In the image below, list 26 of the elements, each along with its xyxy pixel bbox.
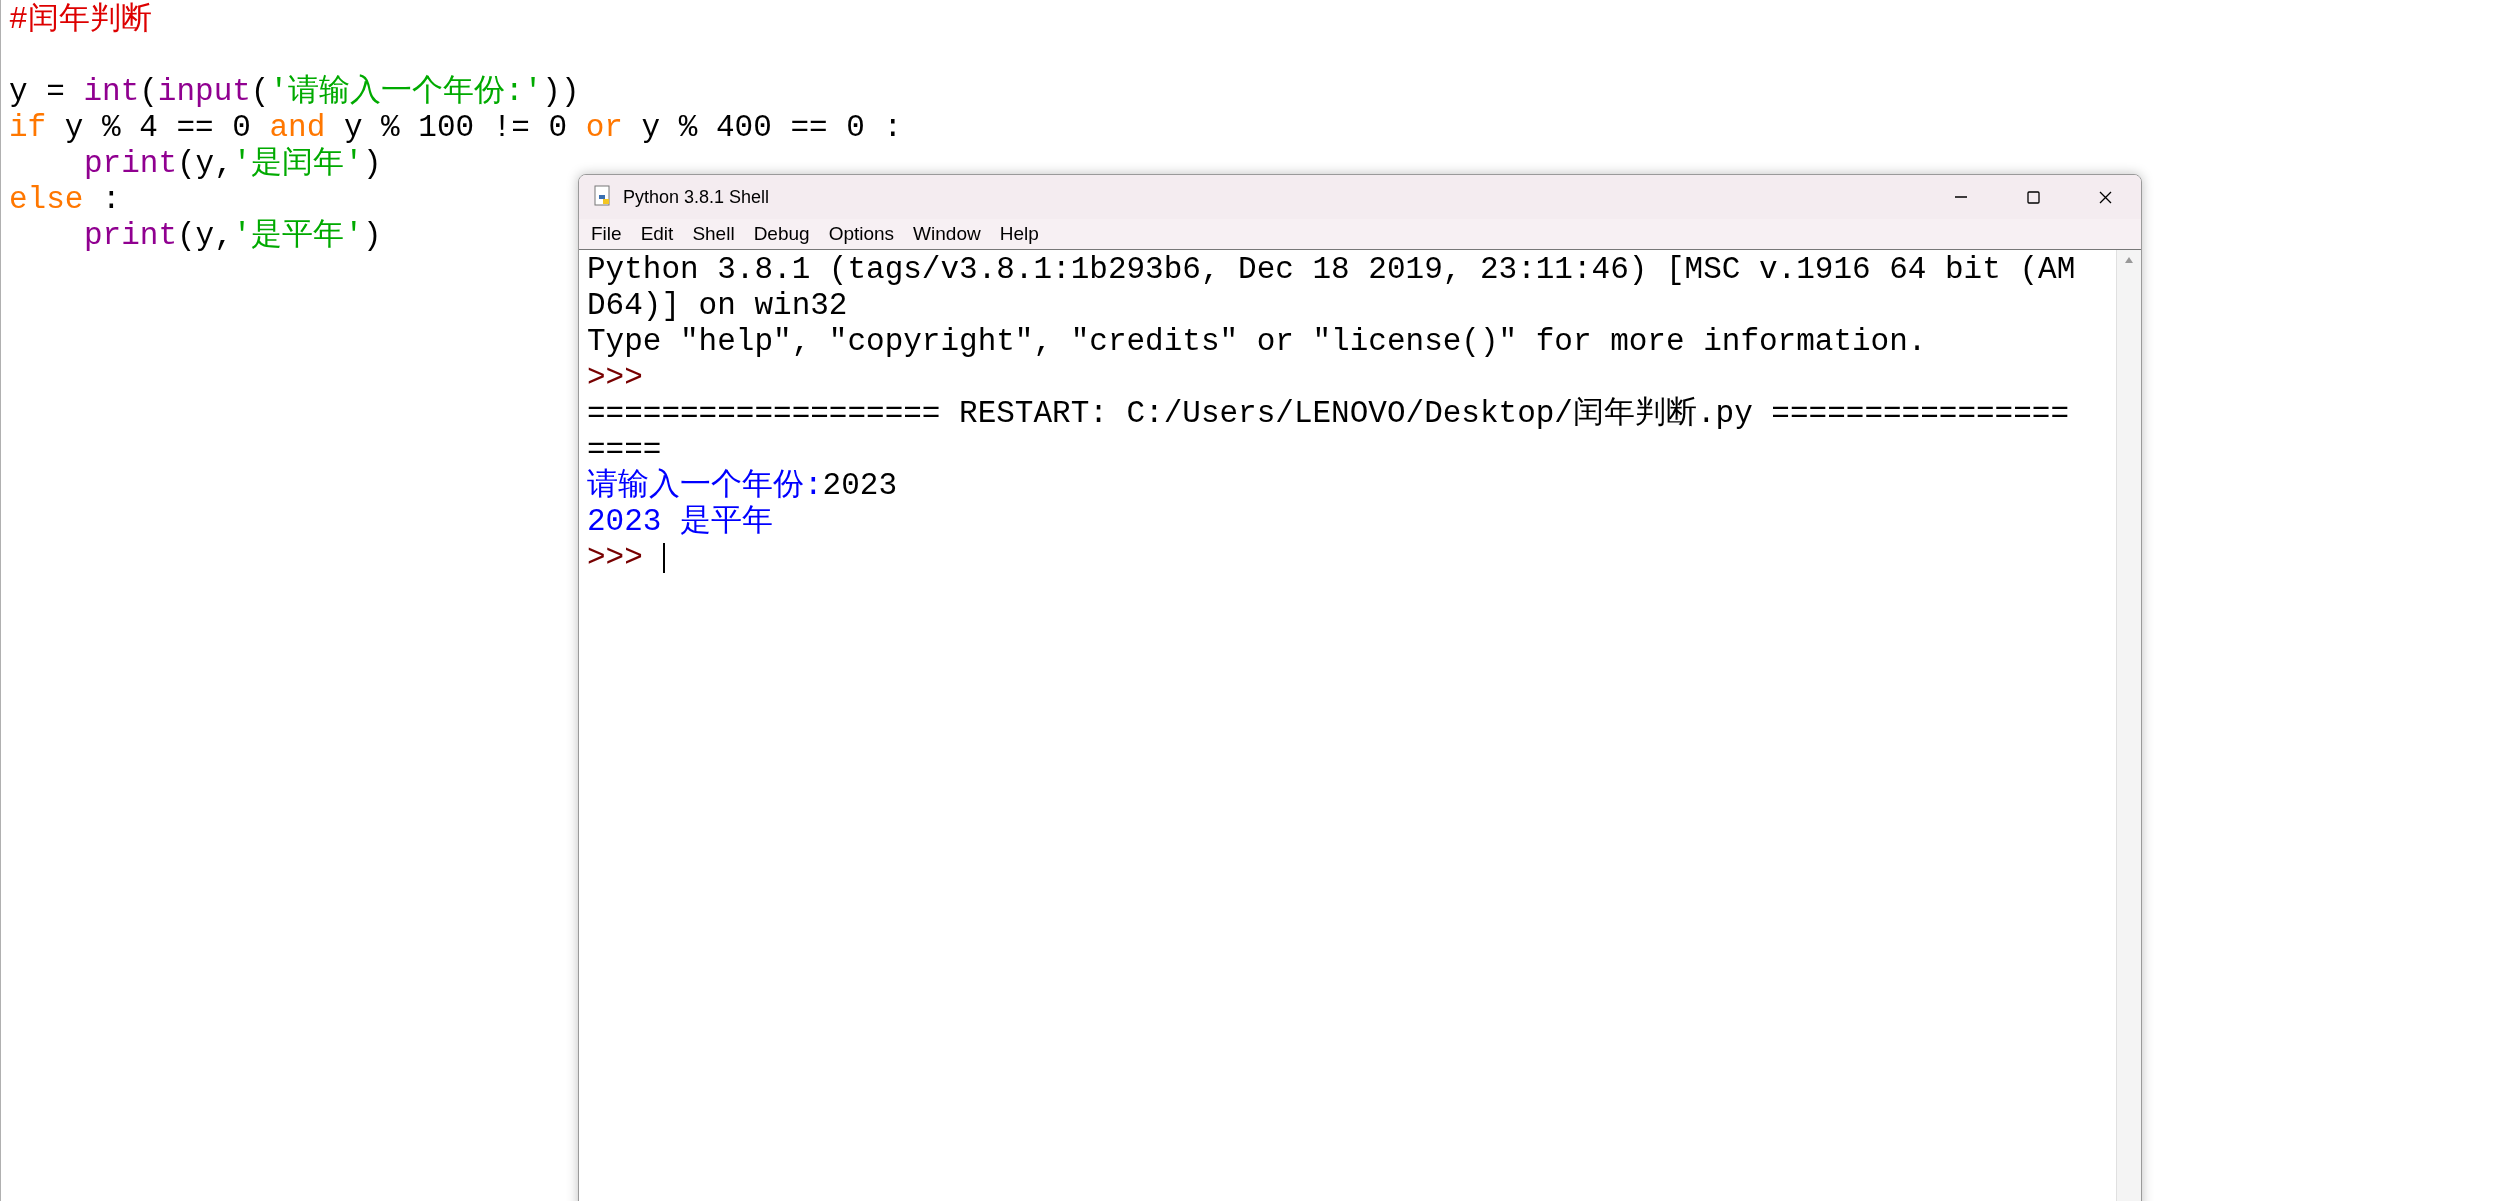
- scroll-bar[interactable]: [2116, 250, 2141, 1201]
- menu-item[interactable]: Options: [828, 223, 906, 245]
- code-line: if y % 4 == 0 and y % 100 != 0 or y % 400 == 0 :: [9, 110, 902, 146]
- shell-line: Python 3.8.1 (tags/v3.8.1:1b293b6, Dec 18 2019, 23:11:46) [MSC v.1916 64 bit (AM: [587, 252, 2076, 288]
- window-title: Python 3.8.1 Shell: [623, 186, 770, 208]
- menu-item[interactable]: File: [591, 223, 633, 245]
- up-arrow-icon[interactable]: [2124, 256, 2134, 264]
- shell-line: 请输入一个年份:2023: [587, 468, 898, 504]
- shell-line: Type "help", "copyright", "credits" or "license()" for more information.: [587, 324, 1927, 360]
- menu-item[interactable]: Window: [913, 223, 992, 245]
- menu-item[interactable]: Edit: [640, 223, 685, 245]
- shell-line: D64)] on win32: [587, 288, 848, 324]
- shell-line: =================== RESTART: C:/Users/LENOVO/Desktop/闰年判断.py ================: [587, 396, 2070, 432]
- shell-line: ====: [587, 432, 662, 468]
- menu-item[interactable]: Debug: [753, 223, 821, 245]
- shell-line: >>>: [587, 360, 643, 396]
- code-line: y = int(input('请输入一个年份:')): [9, 74, 580, 110]
- shell-line: >>>: [587, 540, 644, 576]
- code-line: print(y,'是平年'): [84, 218, 382, 254]
- code-line: else :: [9, 182, 121, 218]
- shell-line: 2023 是平年: [587, 504, 773, 540]
- code-comment: #闰年判断: [9, 2, 152, 38]
- text-cursor: [663, 543, 666, 573]
- menu-item[interactable]: Shell: [692, 223, 746, 245]
- code-line: print(y,'是闰年'): [84, 146, 382, 182]
- menu-item[interactable]: Help: [999, 223, 1050, 245]
